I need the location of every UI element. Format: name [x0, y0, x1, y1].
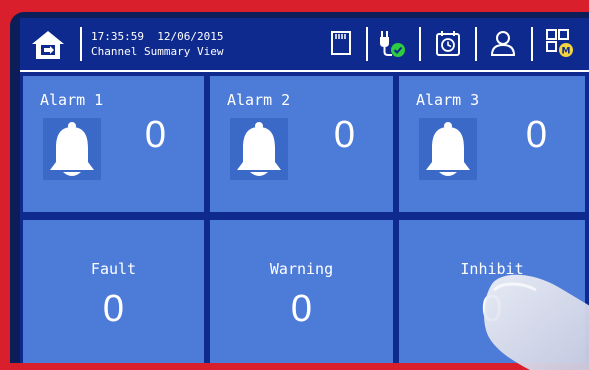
date-text: 12/06/2015 — [157, 30, 224, 43]
user-icon — [490, 31, 516, 56]
power-status-button[interactable] — [375, 26, 409, 60]
home-icon — [32, 31, 64, 59]
channel-summary-grid: Alarm 1 0 Alarm 2 0 Alarm 3 0 Fault 0 Wa… — [20, 72, 589, 363]
main-menu-button[interactable]: M — [542, 26, 576, 60]
touch-screen: 17:35:59 12/06/2015 Channel Summary View — [20, 18, 589, 363]
power-ok-icon — [380, 31, 405, 57]
alarm-3-tile[interactable]: Alarm 3 0 — [399, 76, 585, 212]
alarm-3-count: 0 — [525, 114, 547, 156]
warning-count: 0 — [290, 288, 313, 330]
menu-badge-letter: M — [562, 47, 571, 57]
schedule-button[interactable] — [431, 26, 465, 60]
inhibit-label: Inhibit — [460, 260, 524, 278]
header-divider — [80, 27, 82, 61]
header-bar: 17:35:59 12/06/2015 Channel Summary View — [20, 18, 589, 72]
warning-label: Warning — [269, 260, 334, 278]
inhibit-count: 0 — [481, 288, 503, 330]
bell-icon — [43, 118, 101, 180]
alarm-2-label: Alarm 2 — [227, 91, 291, 109]
bell-icon — [419, 118, 477, 180]
view-title: Channel Summary View — [91, 45, 224, 58]
alarm-1-count: 0 — [144, 114, 166, 156]
time-text: 17:35:59 — [91, 30, 144, 43]
datetime-block: 17:35:59 12/06/2015 Channel Summary View — [91, 29, 223, 59]
alarm-2-tile[interactable]: Alarm 2 0 — [210, 76, 393, 212]
header-divider — [475, 27, 477, 61]
header-divider — [366, 27, 368, 61]
alarm-2-count: 0 — [333, 114, 355, 156]
sd-card-button[interactable] — [324, 26, 358, 60]
alarm-1-label: Alarm 1 — [40, 91, 104, 109]
header-divider — [419, 27, 421, 61]
alarm-1-tile[interactable]: Alarm 1 0 — [23, 76, 204, 212]
home-button[interactable] — [28, 28, 68, 62]
fault-count: 0 — [102, 288, 125, 330]
sd-card-icon — [331, 31, 351, 55]
fault-tile[interactable]: Fault 0 — [23, 220, 204, 363]
inhibit-tile[interactable]: Inhibit 0 — [399, 220, 585, 363]
menu-grid-icon: M — [546, 29, 573, 57]
header-divider — [531, 27, 533, 61]
fault-label: Fault — [90, 260, 137, 278]
bell-icon — [230, 118, 288, 180]
alarm-3-label: Alarm 3 — [416, 91, 480, 109]
warning-tile[interactable]: Warning 0 — [210, 220, 393, 363]
device-bezel: 17:35:59 12/06/2015 Channel Summary View — [10, 12, 589, 363]
user-button[interactable] — [486, 26, 520, 60]
calendar-clock-icon — [436, 31, 460, 56]
